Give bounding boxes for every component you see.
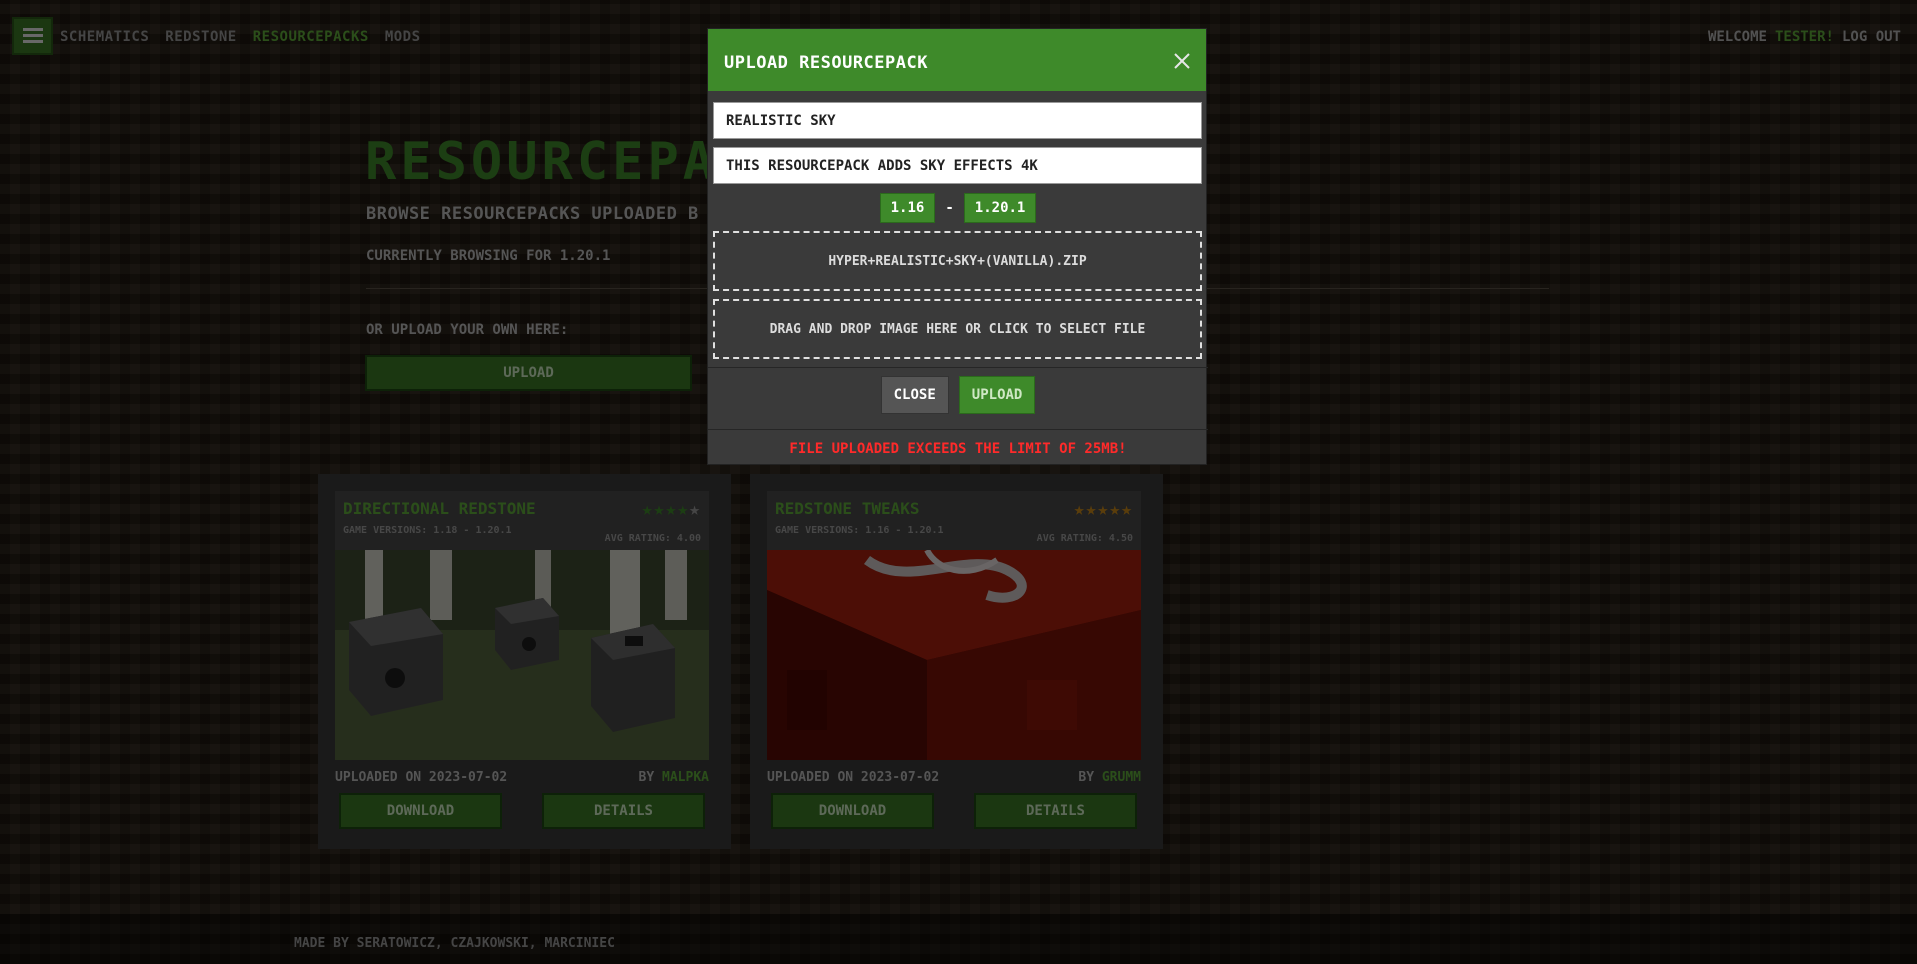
username: tester! <box>1774 29 1834 45</box>
page-title: Resourcepac <box>365 132 754 192</box>
divider <box>708 429 1208 430</box>
upload-date: Uploaded on 2023-07-02 <box>767 770 940 785</box>
file-dropzone[interactable]: Hyper+Realistic+Sky+(Vanilla).zip <box>713 231 1202 291</box>
description-input[interactable]: This resourcepack adds sky effects 4K <box>713 147 1202 184</box>
modal-footer: Close Upload <box>708 376 1208 414</box>
card-actions: Download Details <box>335 793 709 829</box>
star-icon: ★ <box>677 499 690 520</box>
star-icon: ★ <box>653 499 666 520</box>
page-subtitle: Browse resourcepacks uploaded b <box>366 204 699 224</box>
card-preview-image[interactable] <box>767 550 1141 760</box>
star-icon: ★ <box>1073 499 1086 520</box>
hamburger-icon <box>22 28 43 43</box>
version-from-select[interactable]: 1.16 <box>879 193 936 223</box>
star-rating: ★★★★★ <box>1074 499 1133 520</box>
card-header: Redstone Tweaks Game versions: 1.16 - 1.… <box>767 491 1141 550</box>
card-title[interactable]: Directional Redstone <box>343 499 536 518</box>
divider <box>708 367 1208 368</box>
star-icon: ★ <box>1121 499 1133 520</box>
welcome-label: Welcome <box>1707 29 1767 45</box>
star-rating: ★★★★★ <box>642 499 701 520</box>
logout-link[interactable]: Log out <box>1842 29 1901 45</box>
download-button[interactable]: Download <box>339 793 502 829</box>
nav-link-schematics[interactable]: Schematics <box>60 29 149 45</box>
card-header: Directional Redstone Game versions: 1.18… <box>335 491 709 550</box>
upload-own-label: Or upload your own here: <box>366 322 569 338</box>
card-preview-image[interactable] <box>335 550 709 760</box>
resourcepack-card: Redstone Tweaks Game versions: 1.16 - 1.… <box>750 474 1163 849</box>
star-icon: ★ <box>1097 499 1110 520</box>
star-empty-icon: ★ <box>689 499 701 520</box>
resourcepack-card: Directional Redstone Game versions: 1.18… <box>318 474 731 849</box>
nav-link-mods[interactable]: Mods <box>385 29 421 45</box>
upload-button[interactable]: Upload <box>958 376 1036 414</box>
close-icon[interactable] <box>1172 51 1192 71</box>
modal-title: Upload Resourcepack <box>724 53 928 73</box>
star-icon: ★ <box>1085 499 1098 520</box>
avg-rating: Avg rating: 4.00 <box>604 533 701 544</box>
close-button[interactable]: Close <box>880 376 949 414</box>
details-button[interactable]: Details <box>974 793 1137 829</box>
upload-resourcepack-modal: Upload Resourcepack Realistic Sky This r… <box>707 28 1208 465</box>
card-versions: Game versions: 1.16 - 1.20.1 <box>775 525 944 536</box>
browsing-version-label: Currently browsing for 1.20.1 <box>366 248 611 264</box>
by-label: by <box>1078 770 1095 785</box>
star-icon: ★ <box>1109 499 1122 520</box>
details-button[interactable]: Details <box>542 793 705 829</box>
author-line: by Grumm <box>1078 770 1141 785</box>
error-message: File uploaded exceeds the limit of 25MB! <box>789 441 1127 457</box>
upload-date: Uploaded on 2023-07-02 <box>335 770 508 785</box>
footer-credits: Made by Seratowicz, Czajkowski, Marcinie… <box>294 936 615 951</box>
image-dropzone[interactable]: Drag and drop image here or click to sel… <box>713 299 1202 359</box>
by-label: by <box>638 770 655 785</box>
footer: Made by Seratowicz, Czajkowski, Marcinie… <box>0 914 1917 964</box>
nav-link-resourcepacks[interactable]: Resourcepacks <box>253 29 369 45</box>
star-icon: ★ <box>641 499 654 520</box>
author-line: by Malpka <box>639 770 709 785</box>
star-icon: ★ <box>665 499 678 520</box>
user-area: Welcome tester! Log out <box>1708 29 1901 45</box>
version-to-select[interactable]: 1.20.1 <box>963 193 1037 223</box>
card-meta: Uploaded on 2023-07-02 by Grumm <box>767 770 1141 785</box>
author-link[interactable]: Malpka <box>662 770 709 785</box>
author-link[interactable]: Grumm <box>1102 770 1141 785</box>
nav-link-redstone[interactable]: Redstone <box>165 29 236 45</box>
version-separator: - <box>945 200 954 216</box>
card-actions: Download Details <box>767 793 1141 829</box>
version-range: 1.16 - 1.20.1 <box>708 193 1208 223</box>
open-upload-button[interactable]: Upload <box>365 355 692 391</box>
download-button[interactable]: Download <box>771 793 934 829</box>
avg-rating: Avg rating: 4.50 <box>1036 533 1133 544</box>
card-meta: Uploaded on 2023-07-02 by Malpka <box>335 770 709 785</box>
name-input[interactable]: Realistic Sky <box>713 102 1202 139</box>
hamburger-menu-button[interactable] <box>12 17 53 55</box>
card-title[interactable]: Redstone Tweaks <box>775 499 920 518</box>
modal-header: Upload Resourcepack <box>708 29 1206 91</box>
card-versions: Game versions: 1.18 - 1.20.1 <box>343 525 512 536</box>
main-nav: Schematics Redstone Resourcepacks Mods <box>60 29 421 45</box>
